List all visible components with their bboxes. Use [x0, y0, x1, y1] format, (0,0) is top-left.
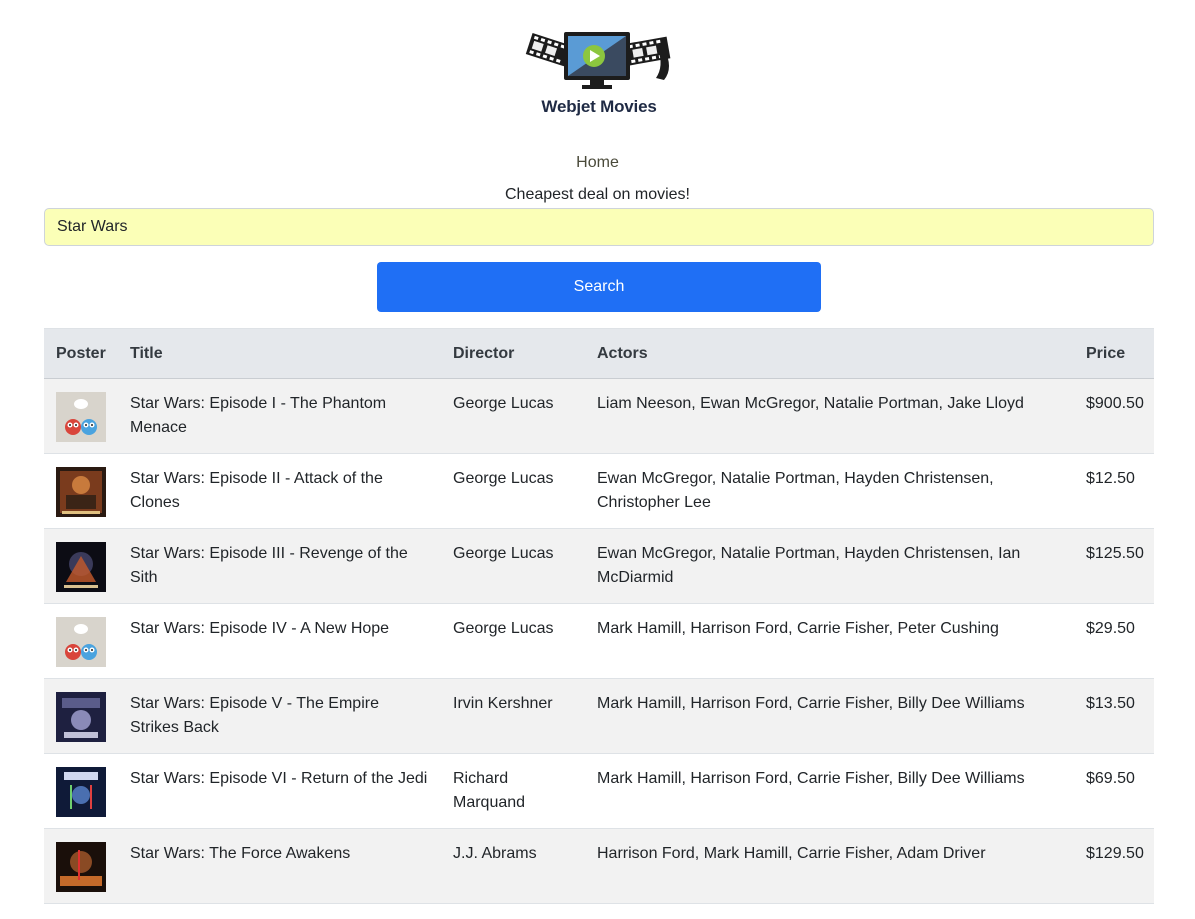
header-title: Title [118, 328, 441, 379]
movie-director: J.J. Abrams [441, 828, 585, 904]
brand-name: Webjet Movies [541, 97, 657, 116]
movie-price: $900.50 [1074, 378, 1154, 454]
movie-actors: Ewan McGregor, Natalie Portman, Hayden C… [585, 453, 1074, 529]
movie-poster-icon [56, 692, 106, 742]
movie-price: $69.50 [1074, 753, 1154, 829]
movie-poster-icon [56, 842, 106, 892]
tagline: Cheapest deal on movies! [505, 186, 690, 203]
table-header-row: Poster Title Director Actors Price [44, 328, 1154, 379]
table-row: Star Wars: Episode III - Revenge of the … [44, 528, 1154, 604]
film-tv-logo-icon [525, 32, 671, 89]
movie-price: $13.50 [1074, 678, 1154, 754]
movie-title: Star Wars: Episode V - The Empire Strike… [118, 678, 441, 754]
movie-actors: Harrison Ford, Mark Hamill, Carrie Fishe… [585, 828, 1074, 904]
header-actors: Actors [585, 328, 1074, 379]
table-row: Star Wars: Episode IV - A New Hope Georg… [44, 603, 1154, 679]
table-row: Star Wars: Episode I - The Phantom Menac… [44, 378, 1154, 454]
movie-results-table: Poster Title Director Actors Price Star … [44, 328, 1154, 904]
movie-director: Richard Marquand [441, 753, 585, 829]
search-button[interactable]: Search [377, 262, 821, 312]
logo[interactable]: Webjet Movies [524, 28, 674, 122]
movie-price: $12.50 [1074, 453, 1154, 529]
movie-actors: Ewan McGregor, Natalie Portman, Hayden C… [585, 528, 1074, 604]
movie-price: $29.50 [1074, 603, 1154, 679]
placeholder-birds-poster-icon [56, 392, 106, 442]
header-poster: Poster [44, 328, 118, 379]
movie-title: Star Wars: Episode VI - Return of the Je… [118, 753, 441, 829]
movie-poster-icon [56, 767, 106, 817]
movie-actors: Mark Hamill, Harrison Ford, Carrie Fishe… [585, 603, 1074, 679]
nav-home-link[interactable]: Home [0, 154, 1195, 172]
movie-title: Star Wars: Episode III - Revenge of the … [118, 528, 441, 604]
movie-actors: Liam Neeson, Ewan McGregor, Natalie Port… [585, 378, 1074, 454]
movie-price: $125.50 [1074, 528, 1154, 604]
movie-director: George Lucas [441, 603, 585, 679]
movie-actors: Mark Hamill, Harrison Ford, Carrie Fishe… [585, 678, 1074, 754]
header-price: Price [1074, 328, 1154, 379]
table-row: Star Wars: Episode II - Attack of the Cl… [44, 453, 1154, 529]
placeholder-birds-poster-icon [56, 617, 106, 667]
movie-director: George Lucas [441, 453, 585, 529]
movie-price: $129.50 [1074, 828, 1154, 904]
movie-director: Irvin Kershner [441, 678, 585, 754]
movie-director: George Lucas [441, 528, 585, 604]
movie-title: Star Wars: Episode IV - A New Hope [118, 603, 441, 679]
movie-poster-icon [56, 467, 106, 517]
table-row: Star Wars: The Force Awakens J.J. Abrams… [44, 828, 1154, 904]
movie-title: Star Wars: Episode I - The Phantom Menac… [118, 378, 441, 454]
search-input[interactable] [44, 208, 1154, 246]
movie-poster-icon [56, 542, 106, 592]
movie-title: Star Wars: The Force Awakens [118, 828, 441, 904]
page: Webjet Movies Home Cheapest deal on movi… [0, 0, 1195, 919]
movie-title: Star Wars: Episode II - Attack of the Cl… [118, 453, 441, 529]
movie-director: George Lucas [441, 378, 585, 454]
table-row: Star Wars: Episode V - The Empire Strike… [44, 678, 1154, 754]
header-director: Director [441, 328, 585, 379]
table-row: Star Wars: Episode VI - Return of the Je… [44, 753, 1154, 829]
movie-actors: Mark Hamill, Harrison Ford, Carrie Fishe… [585, 753, 1074, 829]
